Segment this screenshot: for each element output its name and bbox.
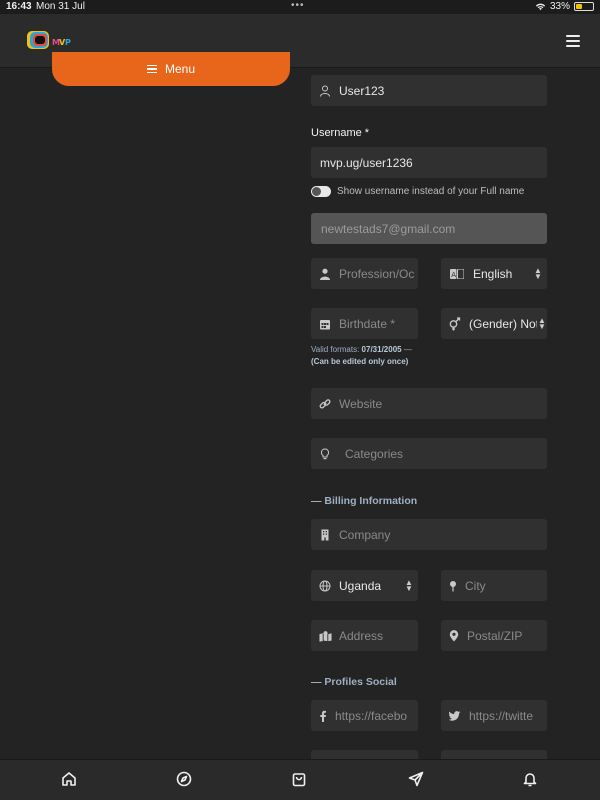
battery-percent: 33% [549, 1, 570, 12]
battery-icon [574, 2, 594, 11]
shopping-bag-icon[interactable] [291, 771, 309, 789]
postal-placeholder: Postal/ZIP [467, 628, 523, 643]
facebook-placeholder: https://facebo [335, 708, 408, 723]
svg-text:P: P [65, 38, 71, 47]
user-tie-icon [311, 268, 339, 280]
map-marked-icon [311, 630, 339, 642]
send-icon[interactable] [408, 771, 426, 789]
username-label: Username * [311, 127, 370, 139]
language-select[interactable]: A English ▲ ▼ [441, 258, 547, 289]
city-placeholder: City [465, 578, 486, 593]
language-icon: A [441, 268, 473, 279]
address-placeholder: Address [339, 628, 384, 643]
twitter-icon [441, 710, 469, 722]
display-name-value: User123 [339, 83, 385, 98]
multitasking-dots-icon[interactable]: ••• [291, 0, 305, 11]
hint-date: 07/31/2005 [361, 345, 402, 354]
hint-note: (Can be edited only once) [311, 357, 409, 366]
menu-label: Menu [164, 62, 196, 76]
profession-field[interactable]: Profession/Oc [311, 258, 418, 289]
mvp-logo[interactable]: M V P [26, 30, 74, 52]
username-field[interactable]: mvp.ug/user1236 [311, 147, 547, 178]
hamburger-icon[interactable] [566, 35, 580, 47]
country-value: Uganda [339, 578, 382, 593]
email-value: newtestads7@gmail.com [321, 221, 456, 236]
building-icon [311, 529, 339, 541]
company-field[interactable]: Company [311, 519, 547, 550]
lightbulb-icon [311, 447, 339, 460]
website-placeholder: Website [339, 396, 383, 411]
birthdate-placeholder: Birthdate * [339, 316, 396, 331]
categories-placeholder: Categories [345, 446, 404, 461]
show-username-label: Show username instead of your Full name [337, 186, 525, 197]
gender-select[interactable]: (Gender) Not. ▲ ▼ [441, 308, 547, 339]
bottom-nav [0, 759, 600, 800]
status-bar: 16:43 Mon 31 Jul ••• 33% [0, 0, 600, 14]
language-value: English [473, 266, 513, 281]
map-pin-icon [441, 580, 465, 592]
menu-bars-icon [146, 63, 157, 76]
calendar-icon [311, 318, 339, 330]
globe-icon [311, 580, 339, 592]
company-placeholder: Company [339, 527, 391, 542]
select-arrows-icon: ▲ ▼ [534, 265, 542, 281]
sidebar-menu-button[interactable]: Menu [52, 52, 290, 86]
twitter-field[interactable]: https://twitte [441, 700, 547, 731]
svg-text:A: A [451, 271, 456, 279]
social-field-partial[interactable] [311, 750, 418, 759]
username-value: mvp.ug/user1236 [320, 155, 413, 170]
status-date: Mon 31 Jul [36, 1, 85, 12]
bell-icon[interactable] [522, 771, 540, 789]
postal-field[interactable]: Postal/ZIP [441, 620, 547, 651]
wifi-icon [535, 3, 546, 11]
city-field[interactable]: City [441, 570, 547, 601]
display-name-field[interactable]: User123 [311, 75, 547, 106]
website-field[interactable]: Website [311, 388, 547, 419]
facebook-field[interactable]: https://facebo [311, 700, 418, 731]
show-username-toggle[interactable] [311, 186, 331, 197]
show-username-toggle-row: Show username instead of your Full name [311, 186, 524, 197]
address-field[interactable]: Address [311, 620, 418, 651]
hint-prefix: Valid formats: [311, 345, 362, 354]
profession-placeholder: Profession/Oc [339, 266, 415, 281]
gender-icon [441, 316, 469, 331]
facebook-icon [311, 710, 335, 722]
status-time: 16:43 [6, 1, 32, 12]
gender-value: (Gender) Not. [469, 316, 537, 331]
birthdate-field[interactable]: Birthdate * [311, 308, 418, 339]
twitter-placeholder: https://twitte [469, 708, 534, 723]
social-section-title: — Profiles Social [311, 676, 397, 688]
birthdate-hint: Valid formats: 07/31/2005 — (Can be edit… [311, 344, 412, 368]
location-pin-icon [441, 629, 467, 642]
user-icon [311, 85, 339, 97]
email-field[interactable]: newtestads7@gmail.com [311, 213, 547, 244]
social-field-partial[interactable] [441, 750, 547, 759]
link-icon [311, 398, 339, 410]
select-arrows-icon: ▲ ▼ [538, 315, 546, 331]
categories-field[interactable]: Categories [311, 438, 547, 469]
country-select[interactable]: Uganda ▲ ▼ [311, 570, 418, 601]
select-arrows-icon: ▲ ▼ [405, 577, 413, 593]
home-icon[interactable] [61, 771, 79, 789]
hint-dash: — [401, 345, 412, 354]
billing-section-title: — Billing Information [311, 495, 418, 507]
compass-icon[interactable] [176, 771, 194, 789]
